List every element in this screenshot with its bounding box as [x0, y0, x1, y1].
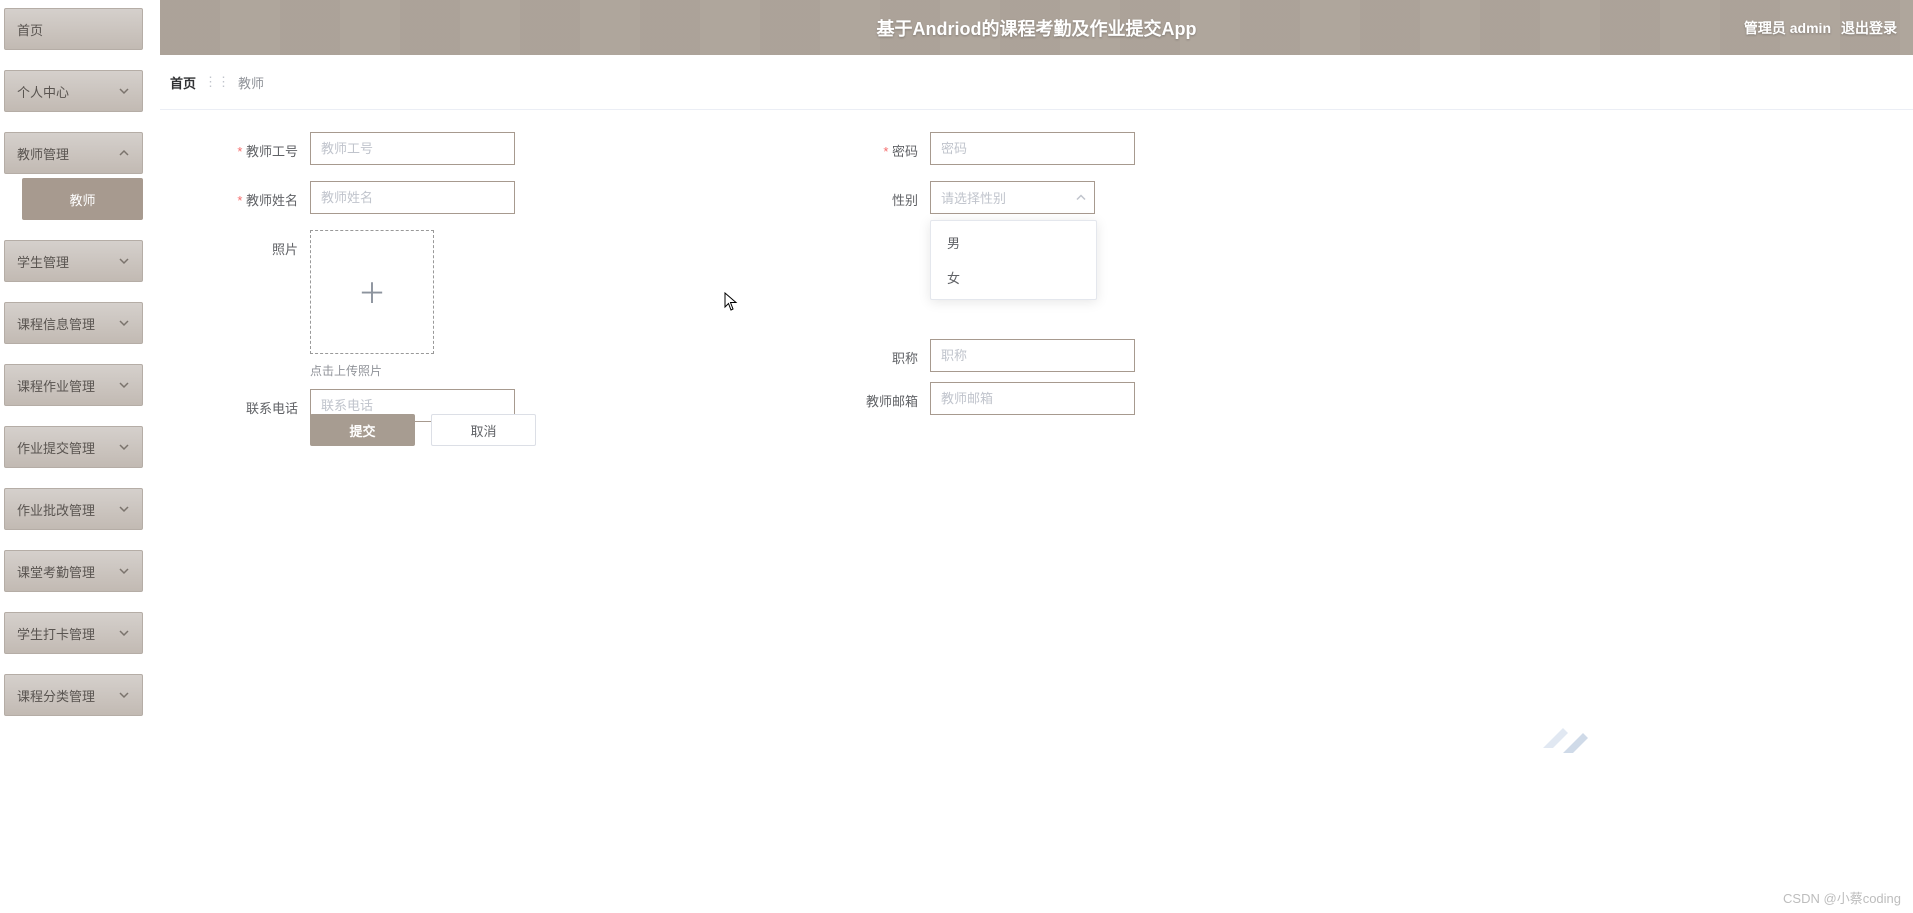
- chevron-down-icon: [118, 565, 130, 577]
- chevron-up-icon: [118, 147, 130, 159]
- form-row-teacher-id: 教师工号: [200, 132, 820, 165]
- cancel-button[interactable]: 取消: [431, 414, 536, 446]
- photo-upload-box[interactable]: ＋: [310, 230, 434, 354]
- sidebar: 首页 个人中心 教师管理 教师 学生管理 课程信息管理 课程作业管理 作业提交管…: [0, 0, 147, 913]
- password-input[interactable]: [930, 132, 1135, 165]
- gender-label: 性别: [820, 181, 930, 209]
- teacher-form: 教师工号 密码 教师姓名 性别 请选择性别 男 女: [200, 132, 1873, 454]
- page-title: 基于Andriod的课程考勤及作业提交App: [877, 15, 1197, 41]
- chevron-down-icon: [118, 627, 130, 639]
- form-row-teacher-name: 教师姓名: [200, 181, 820, 214]
- photo-upload-wrap: ＋ 点击上传照片: [310, 230, 434, 379]
- chevron-down-icon: [118, 85, 130, 97]
- sidebar-item-home[interactable]: 首页: [4, 8, 143, 50]
- sidebar-item-course-category-mgmt[interactable]: 课程分类管理: [4, 674, 143, 716]
- form-row-title: 职称: [820, 339, 1440, 372]
- sidebar-item-label: 学生打卡管理: [17, 624, 95, 643]
- form-buttons: 提交 取消: [200, 414, 820, 446]
- sidebar-item-homework-submit-mgmt[interactable]: 作业提交管理: [4, 426, 143, 468]
- password-label: 密码: [820, 132, 930, 160]
- photo-upload-hint: 点击上传照片: [310, 362, 434, 379]
- plus-icon: ＋: [358, 272, 386, 312]
- chevron-down-icon: [118, 379, 130, 391]
- breadcrumb-separator-icon: ⋮⋮: [204, 74, 230, 90]
- sidebar-item-personal[interactable]: 个人中心: [4, 70, 143, 112]
- chevron-up-icon: [1076, 190, 1086, 205]
- sidebar-item-course-homework-mgmt[interactable]: 课程作业管理: [4, 364, 143, 406]
- title-label: 职称: [820, 339, 930, 367]
- form-row-password: 密码: [820, 132, 1440, 165]
- email-label: 教师邮箱: [820, 382, 930, 410]
- sidebar-item-teacher-mgmt[interactable]: 教师管理: [4, 132, 143, 174]
- submit-button[interactable]: 提交: [310, 414, 415, 446]
- sidebar-subitem-teacher[interactable]: 教师: [22, 178, 143, 220]
- sidebar-item-student-checkin-mgmt[interactable]: 学生打卡管理: [4, 612, 143, 654]
- chevron-down-icon: [118, 255, 130, 267]
- photo-label: 照片: [200, 230, 310, 258]
- sidebar-item-label: 作业提交管理: [17, 438, 95, 457]
- sidebar-item-label: 课堂考勤管理: [17, 562, 95, 581]
- sidebar-item-attendance-mgmt[interactable]: 课堂考勤管理: [4, 550, 143, 592]
- admin-label[interactable]: 管理员 admin: [1744, 18, 1831, 38]
- form-row-email: 教师邮箱: [820, 382, 1440, 415]
- sidebar-item-course-info-mgmt[interactable]: 课程信息管理: [4, 302, 143, 344]
- teacher-id-label: 教师工号: [200, 132, 310, 160]
- form-row-photo: 照片 ＋ 点击上传照片: [200, 230, 820, 379]
- gender-placeholder: 请选择性别: [941, 188, 1006, 207]
- logout-link[interactable]: 退出登录: [1841, 18, 1897, 38]
- sidebar-item-label: 首页: [17, 20, 43, 39]
- breadcrumb: 首页 ⋮⋮ 教师: [160, 55, 1913, 110]
- form-row-gender: 性别 请选择性别 男 女: [820, 181, 1440, 214]
- teacher-id-input[interactable]: [310, 132, 515, 165]
- breadcrumb-current: 教师: [238, 73, 264, 92]
- sidebar-item-label: 课程作业管理: [17, 376, 95, 395]
- sidebar-item-label: 作业批改管理: [17, 500, 95, 519]
- sidebar-item-label: 课程信息管理: [17, 314, 95, 333]
- gender-option-male[interactable]: 男: [931, 225, 1096, 260]
- teacher-name-label: 教师姓名: [200, 181, 310, 209]
- gender-select[interactable]: 请选择性别 男 女: [930, 181, 1095, 214]
- sidebar-item-student-mgmt[interactable]: 学生管理: [4, 240, 143, 282]
- gender-dropdown: 男 女: [930, 220, 1097, 300]
- main-content: 教师工号 密码 教师姓名 性别 请选择性别 男 女: [160, 110, 1913, 913]
- header-user-area: 管理员 admin 退出登录: [1744, 0, 1897, 55]
- chevron-down-icon: [118, 441, 130, 453]
- chevron-down-icon: [118, 317, 130, 329]
- breadcrumb-home[interactable]: 首页: [170, 73, 196, 92]
- title-input[interactable]: [930, 339, 1135, 372]
- chevron-down-icon: [118, 689, 130, 701]
- email-input[interactable]: [930, 382, 1135, 415]
- sidebar-item-label: 教师管理: [17, 144, 69, 163]
- gender-option-female[interactable]: 女: [931, 260, 1096, 295]
- chevron-down-icon: [118, 503, 130, 515]
- sidebar-item-label: 课程分类管理: [17, 686, 95, 705]
- teacher-name-input[interactable]: [310, 181, 515, 214]
- sidebar-item-label: 学生管理: [17, 252, 69, 271]
- sidebar-item-label: 个人中心: [17, 82, 69, 101]
- sidebar-subitem-label: 教师: [69, 190, 95, 209]
- phone-label: 联系电话: [200, 389, 310, 417]
- sidebar-item-homework-grade-mgmt[interactable]: 作业批改管理: [4, 488, 143, 530]
- header: 基于Andriod的课程考勤及作业提交App 管理员 admin 退出登录: [160, 0, 1913, 55]
